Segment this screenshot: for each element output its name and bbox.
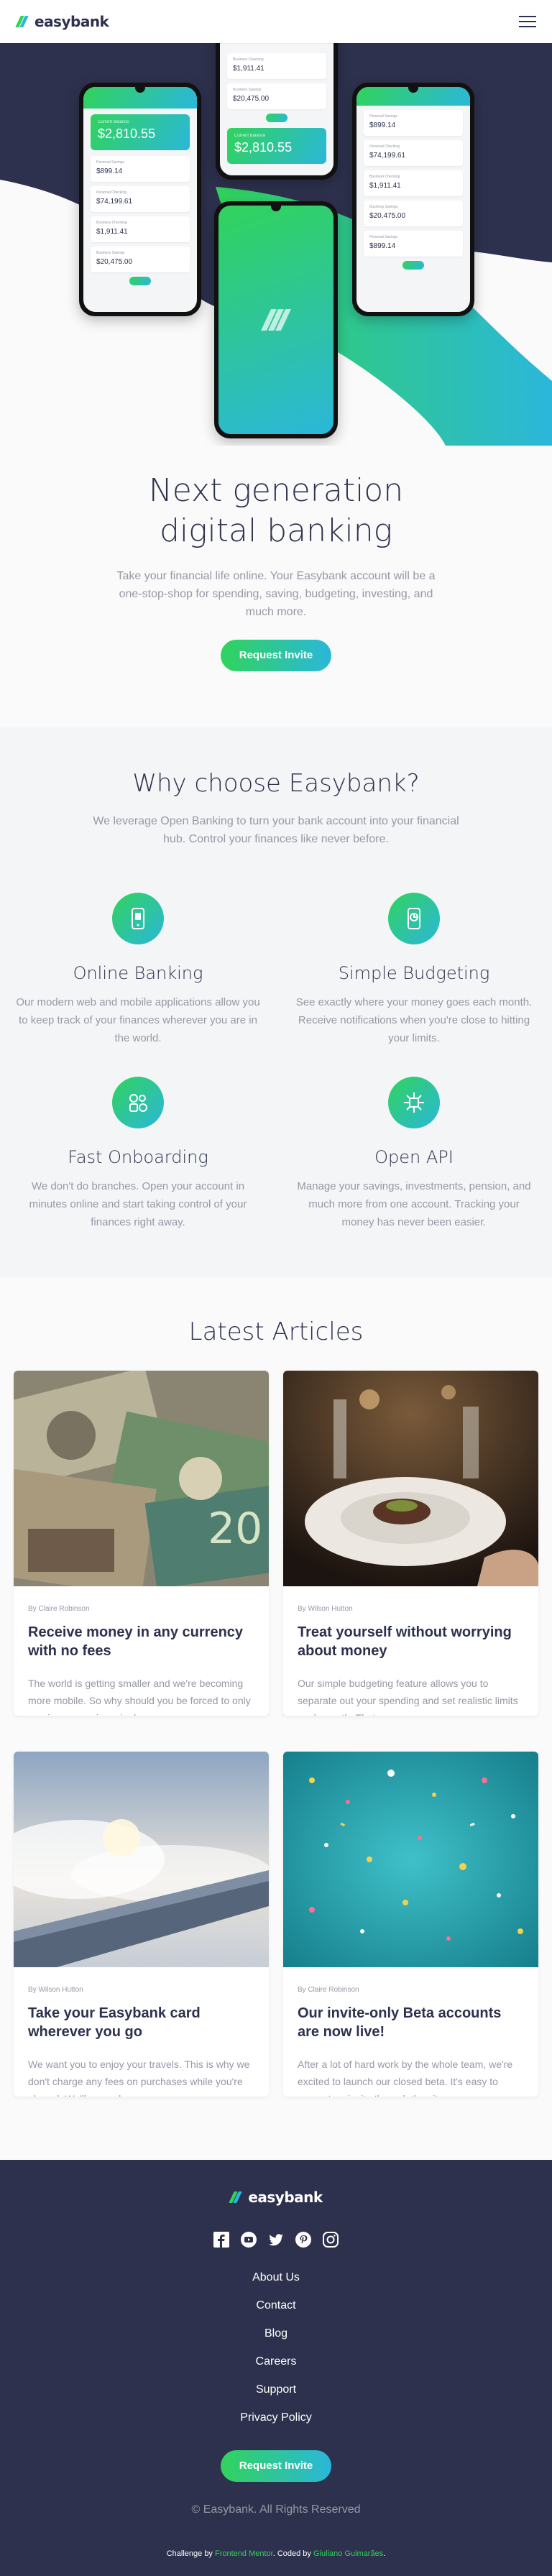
feature-text: We don't do branches. Open your account … — [29, 1180, 247, 1228]
hero-section: Next generation digital banking Take your… — [0, 471, 552, 671]
feature-title: Simple Budgeting — [338, 963, 490, 983]
facebook-icon[interactable] — [213, 2232, 229, 2248]
youtube-icon[interactable] — [241, 2232, 257, 2248]
article-title[interactable]: Take your Easybank card wherever you go — [28, 2004, 254, 2041]
svg-text:20: 20 — [208, 1504, 262, 1554]
feature-text: See exactly where your money goes each m… — [295, 996, 533, 1044]
balance-card: Current Balance $2,810.55 — [91, 114, 190, 150]
currency-banknotes-photo: 20 — [14, 1371, 269, 1586]
article-card[interactable]: 20 By Claire Robinson Receive money in a… — [14, 1371, 269, 1716]
article-author: By Wilson Hutton — [298, 1605, 353, 1613]
feature-fast-onboarding: Fast Onboarding We don't do branches. Op… — [0, 1077, 276, 1231]
hero-description: Take your financial life online. Your Ea… — [116, 570, 436, 618]
hero-title: Next generation digital banking — [148, 472, 404, 549]
article-card[interactable]: By Wilson Hutton Treat yourself without … — [283, 1371, 538, 1716]
social-links — [0, 2232, 552, 2248]
article-card[interactable]: By Wilson Hutton Take your Easybank card… — [14, 1752, 269, 2097]
article-excerpt: After a lot of hard work by the whole te… — [298, 2058, 513, 2097]
why-section: Why choose Easybank? We leverage Open Ba… — [0, 727, 552, 1277]
hero-illustration: Current Balance $2,810.55 Personal Savin… — [0, 43, 552, 446]
footer-request-invite-button[interactable]: Request Invite — [220, 2450, 332, 2482]
feature-title: Open API — [374, 1147, 454, 1167]
brand-name: easybank — [248, 2189, 323, 2206]
brand-mark-icon — [261, 309, 291, 331]
articles-section: Latest Articles 20 By Claire Robinson Re… — [0, 1277, 552, 2160]
brand-name: easybank — [34, 13, 109, 30]
article-title[interactable]: Our invite-only Beta accounts are now li… — [298, 2004, 524, 2041]
copyright: © Easybank. All Rights Reserved — [191, 2503, 361, 2516]
pinterest-icon[interactable] — [295, 2232, 311, 2248]
feature-title: Online Banking — [73, 963, 203, 983]
footer-link-support[interactable]: Support — [0, 2375, 552, 2404]
feature-open-api: Open API Manage your savings, investment… — [276, 1077, 552, 1231]
feature-simple-budgeting: Simple Budgeting See exactly where your … — [276, 893, 552, 1047]
phone-mockup-center — [214, 201, 338, 438]
why-title: Why choose Easybank? — [132, 769, 420, 798]
brand-mark-icon — [229, 2191, 244, 2203]
phone-mockup-center-top: Business Checking $1,911.41 Business Savi… — [216, 43, 338, 180]
twitter-icon[interactable] — [268, 2232, 284, 2248]
footer-link-privacy-policy[interactable]: Privacy Policy — [0, 2404, 552, 2432]
why-description: We leverage Open Banking to turn your ba… — [93, 815, 459, 845]
footer-link-contact[interactable]: Contact — [0, 2291, 552, 2319]
feature-title: Fast Onboarding — [68, 1147, 208, 1167]
airplane-wing-photo — [14, 1752, 269, 1967]
site-header: easybank — [0, 0, 552, 43]
article-excerpt: The world is getting smaller and we're b… — [28, 1678, 251, 1716]
brand-logo[interactable]: easybank — [15, 13, 109, 30]
article-author: By Claire Robinson — [28, 1605, 90, 1613]
footer-link-about-us[interactable]: About Us — [0, 2263, 552, 2291]
footer-link-careers[interactable]: Careers — [0, 2347, 552, 2375]
frontend-mentor-link[interactable]: Frontend Mentor — [215, 2549, 273, 2558]
attribution: Challenge by Frontend Mentor. Coded by G… — [166, 2549, 386, 2558]
article-excerpt: Our simple budgeting feature allows you … — [298, 1678, 518, 1716]
article-excerpt: We want you to enjoy your travels. This … — [28, 2058, 250, 2097]
article-author: By Wilson Hutton — [28, 1986, 83, 1994]
onboarding-icon — [112, 1077, 164, 1128]
site-footer: easybank About Us Contact Blog Careers S… — [0, 2160, 552, 2576]
phone-mockup-right: Personal Savings $899.14 Personal Checkin… — [352, 83, 474, 316]
online-banking-icon — [112, 893, 164, 944]
article-author: By Claire Robinson — [298, 1986, 359, 1994]
request-invite-button[interactable]: Request Invite — [220, 640, 332, 671]
article-title[interactable]: Treat yourself without worrying about mo… — [298, 1623, 524, 1660]
feature-text: Manage your savings, investments, pensio… — [297, 1180, 531, 1228]
api-icon — [388, 1077, 440, 1128]
article-card[interactable]: By Claire Robinson Our invite-only Beta … — [283, 1752, 538, 2097]
budgeting-icon — [388, 893, 440, 944]
footer-link-blog[interactable]: Blog — [0, 2319, 552, 2347]
footer-nav: About Us Contact Blog Careers Support Pr… — [0, 2263, 552, 2432]
article-title[interactable]: Receive money in any currency with no fe… — [28, 1623, 254, 1660]
hamburger-icon[interactable] — [519, 16, 536, 27]
brand-mark-icon — [15, 16, 30, 27]
phone-mockup-left: Current Balance $2,810.55 Personal Savin… — [79, 83, 201, 316]
feature-text: Our modern web and mobile applications a… — [16, 996, 260, 1044]
restaurant-dinner-photo — [283, 1371, 538, 1586]
footer-brand-logo[interactable]: easybank — [0, 2189, 552, 2206]
instagram-icon[interactable] — [323, 2232, 339, 2248]
feature-online-banking: Online Banking Our modern web and mobile… — [0, 893, 276, 1047]
author-link[interactable]: Giuliano Guimarães — [313, 2549, 383, 2558]
confetti-photo — [283, 1752, 538, 1967]
articles-title: Latest Articles — [188, 1317, 364, 1346]
